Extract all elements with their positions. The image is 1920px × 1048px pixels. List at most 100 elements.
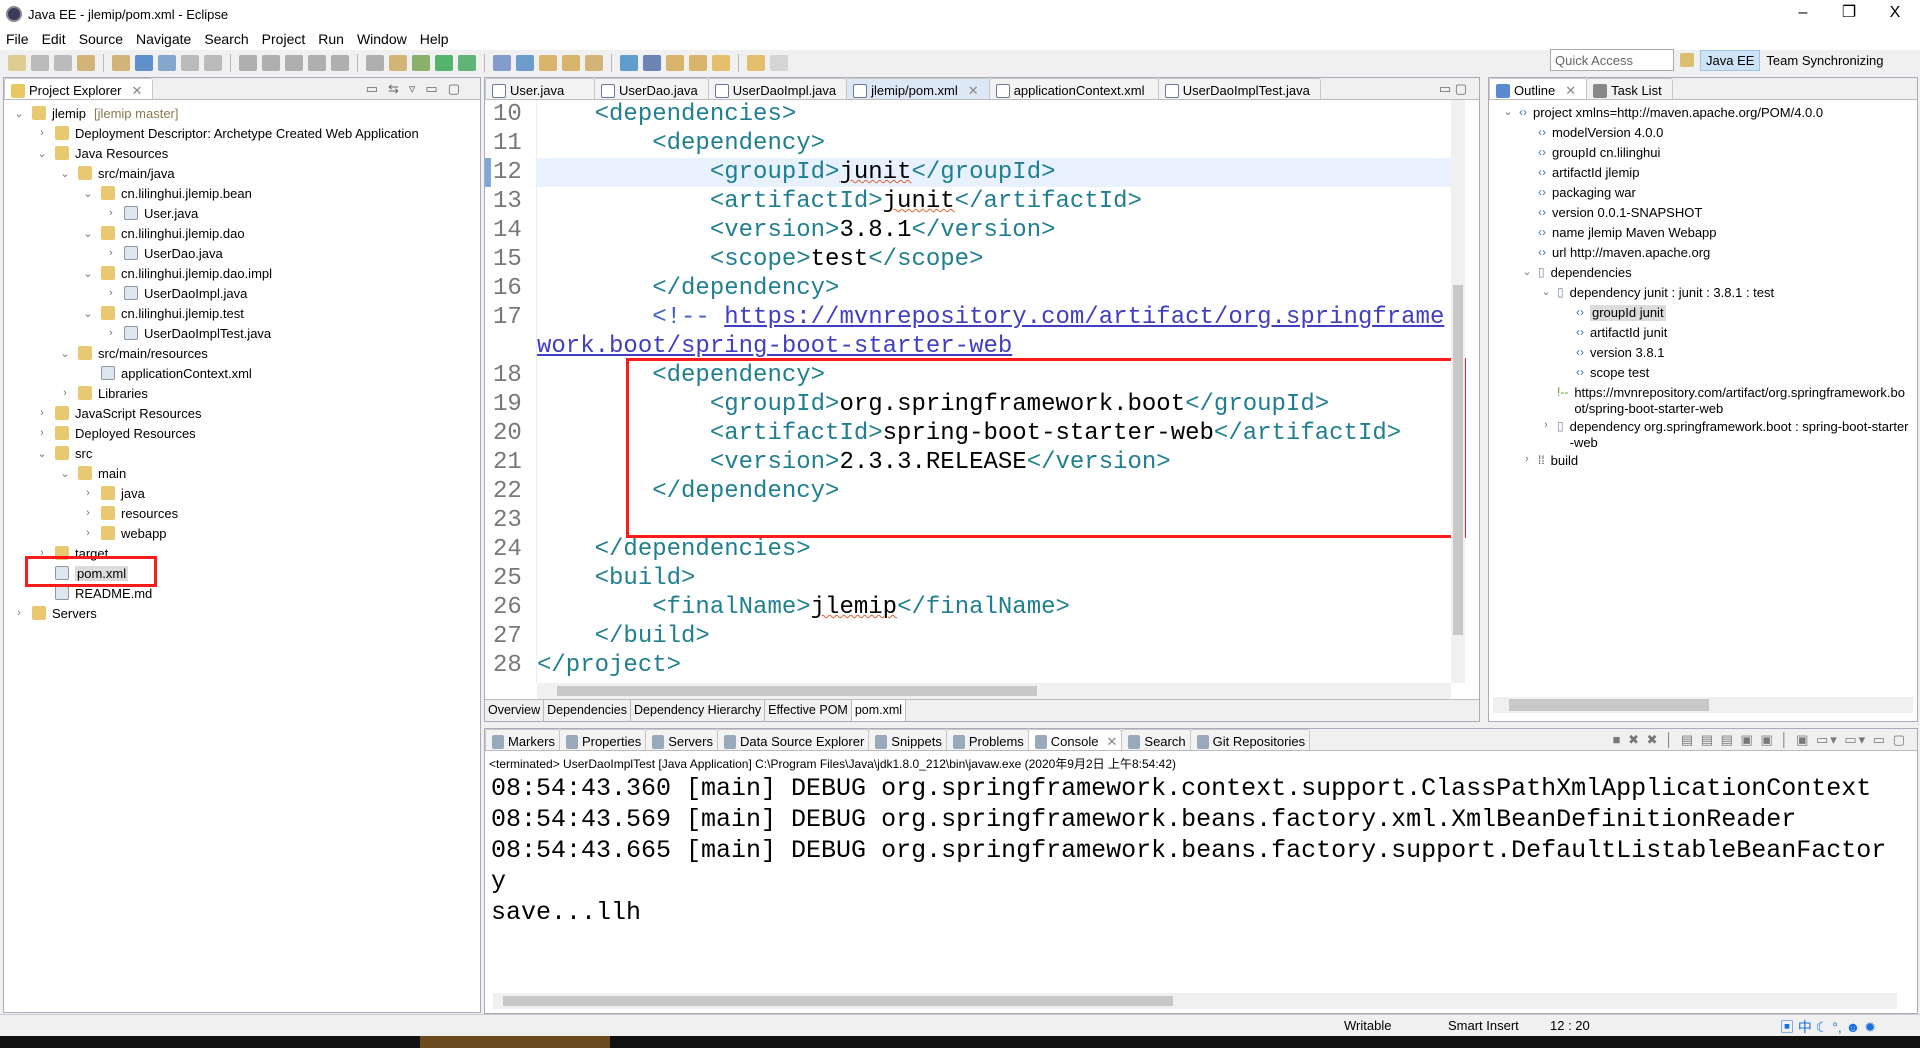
toolbar-button-icon[interactable] (262, 55, 280, 71)
toolbar-button-icon[interactable] (539, 55, 557, 71)
tree-item[interactable]: › webapp (4, 523, 480, 543)
chevron-down-icon[interactable]: ⌄ (58, 467, 72, 480)
tab-snippets[interactable]: Snippets (868, 729, 947, 750)
outline-item[interactable]: ‹› scope test (1489, 363, 1917, 383)
console-toolbar-icons[interactable]: ■ ✖ ✖ │ ▤ ▤ ▤ ▣ ▣ │ ▣ ▭▾ ▭▾ ▭ ▢ (1613, 732, 1907, 748)
ime-language[interactable]: 中 (1798, 1019, 1812, 1035)
pom-tab-dependency-hierarchy[interactable]: Dependency Hierarchy (631, 700, 766, 721)
chevron-down-icon[interactable]: ⌄ (35, 147, 49, 160)
tree-item[interactable]: applicationContext.xml (4, 363, 480, 383)
tab-properties[interactable]: Properties (558, 729, 647, 750)
chevron-down-icon[interactable]: ⌄ (81, 227, 95, 240)
tab-problems[interactable]: Problems (945, 729, 1029, 750)
editor-tab[interactable]: UserDao.java (594, 78, 709, 99)
tree-item[interactable]: › Servers (4, 603, 480, 623)
toolbar-button-icon[interactable] (516, 55, 534, 71)
outline-item[interactable]: › ⁞⁞ build (1489, 451, 1917, 471)
toolbar-button-icon[interactable] (412, 55, 430, 71)
toolbar-button-icon[interactable] (181, 55, 199, 71)
editor-tab[interactable]: UserDaoImplTest.java (1157, 78, 1321, 99)
toolbar-button-icon[interactable] (747, 55, 765, 71)
chevron-right-icon[interactable]: › (1539, 419, 1553, 431)
menu-source[interactable]: Source (79, 31, 123, 47)
toolbar-button-icon[interactable] (643, 55, 661, 71)
toolbar-button-icon[interactable] (112, 55, 130, 71)
tree-item[interactable]: ⌄ cn.lilinghui.jlemip.bean (4, 183, 480, 203)
outline-item[interactable]: ‹› artifactId jlemip (1489, 163, 1917, 183)
toolbar-button-icon[interactable] (308, 55, 326, 71)
tab-data-source-explorer[interactable]: Data Source Explorer (717, 729, 870, 750)
tab-markers[interactable]: Markers (485, 729, 560, 750)
tree-item[interactable]: › Deployed Resources (4, 423, 480, 443)
editor-tab[interactable]: jlemip/pom.xml ✕ (846, 78, 990, 99)
tree-item[interactable]: ⌄ src/main/java (4, 163, 480, 183)
tree-item[interactable]: › UserDao.java (4, 243, 480, 263)
tab-console[interactable]: Console ✕ (1027, 729, 1123, 750)
toolbar-button-icon[interactable] (366, 55, 384, 71)
quick-access-input[interactable]: Quick Access (1550, 49, 1674, 71)
tree-item[interactable]: ⌄ cn.lilinghui.jlemip.test (4, 303, 480, 323)
tab-git-repositories[interactable]: Git Repositories (1189, 729, 1311, 750)
perspective-team-sync[interactable]: Team Synchronizing (1766, 53, 1883, 68)
tree-item[interactable]: › java (4, 483, 480, 503)
toolbar-button-icon[interactable] (31, 55, 49, 71)
toolbar-button-icon[interactable] (331, 55, 349, 71)
tree-item[interactable]: ⌄ Java Resources (4, 143, 480, 163)
horizontal-scrollbar[interactable] (1493, 697, 1913, 713)
tree-item[interactable]: › UserDaoImplTest.java (4, 323, 480, 343)
toolbar-button-icon[interactable] (135, 55, 153, 71)
open-perspective-icon[interactable] (1680, 53, 1694, 67)
menu-navigate[interactable]: Navigate (136, 31, 191, 47)
outline-item[interactable]: ‹› groupId cn.lilinghui (1489, 143, 1917, 163)
outline-item[interactable]: !-- https://mvnrepository.com/artifact/or… (1489, 383, 1917, 417)
chevron-down-icon[interactable]: ⌄ (81, 307, 95, 320)
chevron-right-icon[interactable]: › (81, 487, 95, 499)
chevron-down-icon[interactable]: ⌄ (81, 187, 95, 200)
toolbar-button-icon[interactable] (666, 55, 684, 71)
outline-item[interactable]: ‹› artifactId junit (1489, 323, 1917, 343)
tree-item[interactable]: › resources (4, 503, 480, 523)
ime-toolbar[interactable]: ▣ 中 ☾ °, ☻ ✹ (1780, 1017, 1876, 1037)
tab-project-explorer[interactable]: Project Explorer ✕ (4, 78, 154, 99)
outline-item[interactable]: › ▯ dependency org.springframework.boot : … (1489, 417, 1917, 451)
outline-item[interactable]: ‹› name jlemip Maven Webapp (1489, 223, 1917, 243)
tree-item[interactable]: › JavaScript Resources (4, 403, 480, 423)
tab-task-list[interactable]: Task List (1586, 78, 1673, 99)
tree-item[interactable]: ⌄ main (4, 463, 480, 483)
restore-button[interactable]: ❐ (1826, 0, 1872, 28)
outline-item[interactable]: ⌄ ▯ dependency junit : junit : 3.8.1 : tes… (1489, 283, 1917, 303)
menu-help[interactable]: Help (420, 31, 449, 47)
minimize-maximize-icons[interactable]: ▭ ▢ (1439, 81, 1467, 97)
chevron-right-icon[interactable]: › (1520, 453, 1534, 465)
close-icon[interactable]: ✕ (1565, 83, 1576, 99)
pom-tab-effective-pom[interactable]: Effective POM (765, 700, 852, 721)
console-output[interactable]: 08:54:43.360 [main] DEBUG org.springfram… (491, 773, 1897, 928)
chevron-right-icon[interactable]: › (104, 287, 118, 299)
toolbar-button-icon[interactable] (435, 55, 453, 71)
chevron-down-icon[interactable]: ⌄ (12, 107, 26, 120)
outline-item[interactable]: ‹› packaging war (1489, 183, 1917, 203)
editor-tab[interactable]: UserDaoImpl.java (707, 78, 848, 99)
outline-item[interactable]: ⌄ ▯ dependencies (1489, 263, 1917, 283)
close-icon[interactable]: ✕ (968, 83, 979, 99)
perspective-java-ee[interactable]: Java EE (1700, 49, 1761, 71)
chevron-right-icon[interactable]: › (104, 207, 118, 219)
toolbar-button-icon[interactable] (239, 55, 257, 71)
tab-servers[interactable]: Servers (645, 729, 718, 750)
menu-project[interactable]: Project (262, 31, 306, 47)
tree-item[interactable]: ⌄ src (4, 443, 480, 463)
toolbar-button-icon[interactable] (389, 55, 407, 71)
toolbar-button-icon[interactable] (8, 55, 26, 71)
outline-item[interactable]: ‹› url http://maven.apache.org (1489, 243, 1917, 263)
tree-item[interactable]: › UserDaoImpl.java (4, 283, 480, 303)
pom-tab-pom-xml[interactable]: pom.xml (851, 700, 907, 721)
chevron-down-icon[interactable]: ⌄ (81, 267, 95, 280)
chevron-right-icon[interactable]: › (35, 407, 49, 419)
horizontal-scrollbar[interactable] (493, 993, 1897, 1009)
outline-item[interactable]: ⌄ ‹› project xmlns=http://maven.apache.org… (1489, 103, 1917, 123)
outline-item[interactable]: ‹› version 3.8.1 (1489, 343, 1917, 363)
menu-search[interactable]: Search (204, 31, 248, 47)
chevron-right-icon[interactable]: › (81, 527, 95, 539)
outline-item[interactable]: ‹› groupId junit (1489, 303, 1917, 323)
menu-run[interactable]: Run (318, 31, 344, 47)
